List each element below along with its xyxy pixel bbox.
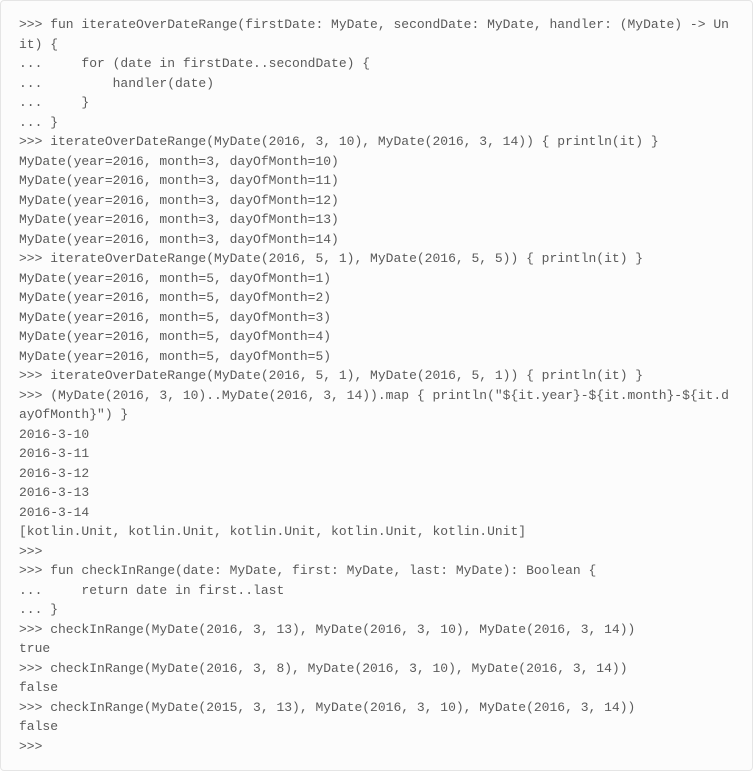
code-line: >>> iterateOverDateRange(MyDate(2016, 5,…: [19, 249, 734, 269]
code-line: >>> checkInRange(MyDate(2016, 3, 8), MyD…: [19, 659, 734, 679]
code-line: ... handler(date): [19, 74, 734, 94]
code-line: MyDate(year=2016, month=3, dayOfMonth=14…: [19, 230, 734, 250]
code-block: >>> fun iterateOverDateRange(firstDate: …: [0, 0, 753, 771]
code-line: MyDate(year=2016, month=3, dayOfMonth=11…: [19, 171, 734, 191]
code-line: 2016-3-10: [19, 425, 734, 445]
code-line: ... return date in first..last: [19, 581, 734, 601]
code-line: >>> checkInRange(MyDate(2015, 3, 13), My…: [19, 698, 734, 718]
code-line: 2016-3-12: [19, 464, 734, 484]
code-line: >>>: [19, 737, 734, 757]
code-line: >>> fun checkInRange(date: MyDate, first…: [19, 561, 734, 581]
code-line: false: [19, 717, 734, 737]
code-line: MyDate(year=2016, month=5, dayOfMonth=5): [19, 347, 734, 367]
code-line: MyDate(year=2016, month=5, dayOfMonth=4): [19, 327, 734, 347]
code-line: >>> checkInRange(MyDate(2016, 3, 13), My…: [19, 620, 734, 640]
code-line: [kotlin.Unit, kotlin.Unit, kotlin.Unit, …: [19, 522, 734, 542]
code-line: >>>: [19, 542, 734, 562]
code-line: MyDate(year=2016, month=3, dayOfMonth=13…: [19, 210, 734, 230]
code-line: 2016-3-13: [19, 483, 734, 503]
code-line: false: [19, 678, 734, 698]
code-line: MyDate(year=2016, month=3, dayOfMonth=12…: [19, 191, 734, 211]
code-line: ... }: [19, 93, 734, 113]
code-line: MyDate(year=2016, month=5, dayOfMonth=1): [19, 269, 734, 289]
code-line: >>> fun iterateOverDateRange(firstDate: …: [19, 15, 734, 54]
code-line: MyDate(year=2016, month=3, dayOfMonth=10…: [19, 152, 734, 172]
code-line: ... for (date in firstDate..secondDate) …: [19, 54, 734, 74]
code-line: >>> (MyDate(2016, 3, 10)..MyDate(2016, 3…: [19, 386, 734, 425]
code-line: true: [19, 639, 734, 659]
code-line: MyDate(year=2016, month=5, dayOfMonth=2): [19, 288, 734, 308]
code-line: ... }: [19, 600, 734, 620]
code-line: ... }: [19, 113, 734, 133]
code-line: >>> iterateOverDateRange(MyDate(2016, 3,…: [19, 132, 734, 152]
code-line: >>> iterateOverDateRange(MyDate(2016, 5,…: [19, 366, 734, 386]
code-line: 2016-3-14: [19, 503, 734, 523]
code-line: 2016-3-11: [19, 444, 734, 464]
code-line: MyDate(year=2016, month=5, dayOfMonth=3): [19, 308, 734, 328]
